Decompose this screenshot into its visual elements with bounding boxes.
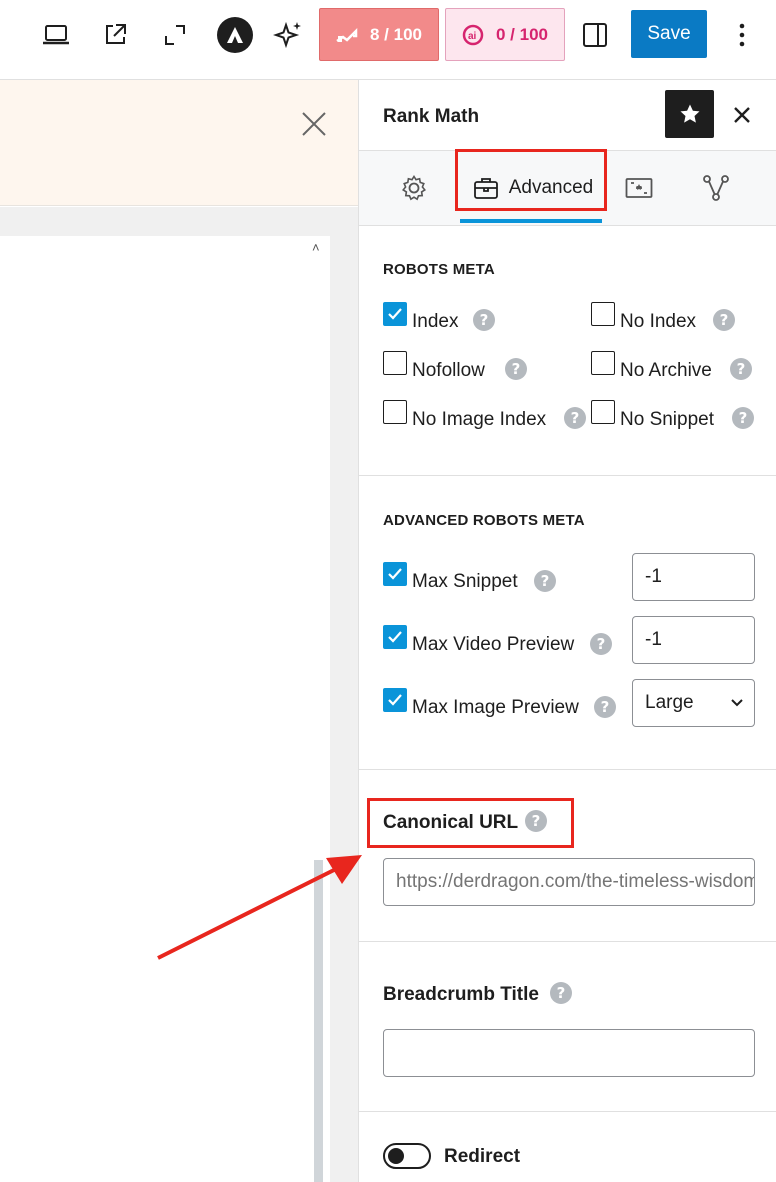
fullscreen-icon[interactable]: [155, 15, 195, 55]
annotation-box-canonical-url: [367, 798, 574, 848]
checkbox-max-video-preview[interactable]: Max Video Preview: [383, 625, 574, 656]
star-icon[interactable]: [665, 90, 714, 138]
tab-social[interactable]: [686, 151, 746, 225]
sidebar-toggle-icon[interactable]: [575, 15, 615, 55]
help-icon[interactable]: ?: [550, 982, 572, 1004]
checkbox-noimageindex[interactable]: No Image Index: [383, 400, 546, 431]
redirect-toggle[interactable]: [383, 1143, 431, 1169]
share-nodes-icon: [703, 175, 729, 201]
astra-logo-icon[interactable]: [217, 17, 253, 53]
checkbox-noarchive-box[interactable]: [591, 351, 615, 375]
checkbox-noindex-label: No Index: [620, 311, 697, 332]
schema-card-icon: [625, 178, 653, 198]
tab-schema[interactable]: [609, 151, 669, 225]
robots-meta-title: ROBOTS META: [383, 261, 495, 278]
annotation-box-advanced-tab: [455, 149, 607, 211]
help-icon[interactable]: ?: [564, 407, 586, 429]
top-toolbar: 8 / 100 ai 0 / 100 Save: [0, 0, 776, 80]
checkbox-index[interactable]: Index: [383, 302, 458, 333]
check-icon: [388, 568, 402, 580]
checkbox-max-video-preview-box[interactable]: [383, 625, 407, 649]
help-icon[interactable]: ?: [732, 407, 754, 429]
advanced-robots-meta-section: ADVANCED ROBOTS META Max Snippet ? -1 Ma…: [359, 476, 776, 770]
redirect-label: Redirect: [444, 1146, 521, 1167]
content-ai-icon: ai: [462, 24, 484, 45]
external-link-icon[interactable]: [95, 15, 135, 55]
close-sidebar-icon[interactable]: [729, 102, 755, 128]
help-icon[interactable]: ?: [713, 309, 735, 331]
tab-general[interactable]: [379, 151, 449, 225]
help-icon[interactable]: ?: [473, 309, 495, 331]
gear-icon: [402, 174, 426, 201]
scrollbar-thumb[interactable]: [314, 860, 323, 1182]
checkbox-index-label: Index: [412, 311, 459, 332]
breadcrumb-title-input[interactable]: [383, 1029, 755, 1077]
check-icon: [388, 308, 402, 320]
laptop-icon[interactable]: [36, 15, 76, 55]
checkbox-max-image-preview[interactable]: Max Image Preview: [383, 688, 579, 719]
checkbox-nosnippet-box[interactable]: [591, 400, 615, 424]
checkbox-nosnippet[interactable]: No Snippet: [591, 400, 714, 431]
content-ai-score-button[interactable]: ai 0 / 100: [445, 8, 565, 61]
breadcrumb-title-label: Breadcrumb Title: [383, 984, 539, 1005]
checkbox-nofollow[interactable]: Nofollow: [383, 351, 485, 382]
checkbox-max-snippet-box[interactable]: [383, 562, 407, 586]
editor-canvas[interactable]: [0, 236, 330, 1182]
help-icon[interactable]: ?: [590, 633, 612, 655]
scroll-up-icon[interactable]: ˄: [312, 240, 326, 255]
checkbox-max-video-preview-label: Max Video Preview: [412, 634, 575, 655]
seo-score-button[interactable]: 8 / 100: [319, 8, 439, 61]
checkbox-noimageindex-label: No Image Index: [412, 409, 547, 430]
canonical-url-input[interactable]: [383, 858, 755, 906]
rank-math-sidebar: Rank Math Advanced ROBOTS META Index ? N…: [358, 80, 776, 1182]
checkbox-nosnippet-label: No Snippet: [620, 409, 715, 430]
max-image-preview-select[interactable]: Large: [632, 679, 755, 727]
checkbox-noindex[interactable]: No Index: [591, 302, 696, 333]
chevron-down-icon: [731, 699, 743, 707]
checkbox-max-snippet[interactable]: Max Snippet: [383, 562, 518, 593]
checkbox-max-image-preview-box[interactable]: [383, 688, 407, 712]
advanced-robots-meta-title: ADVANCED ROBOTS META: [383, 512, 585, 529]
more-vertical-icon[interactable]: [722, 15, 762, 55]
checkbox-max-image-preview-label: Max Image Preview: [412, 697, 579, 718]
checkbox-noindex-box[interactable]: [591, 302, 615, 326]
close-icon[interactable]: [298, 108, 330, 140]
content-ai-score-value: 0 / 100: [496, 24, 548, 44]
checkbox-noimageindex-box[interactable]: [383, 400, 407, 424]
sidebar-title: Rank Math: [383, 106, 480, 127]
save-button[interactable]: Save: [631, 10, 707, 58]
toggle-knob: [388, 1148, 404, 1164]
editor-notice-banner: [0, 80, 358, 206]
ai-sparkle-icon[interactable]: [269, 15, 309, 55]
check-icon: [388, 631, 402, 643]
checkbox-noarchive[interactable]: No Archive: [591, 351, 712, 382]
max-snippet-input[interactable]: -1: [632, 553, 755, 601]
seo-score-value: 8 / 100: [370, 24, 422, 44]
checkbox-max-snippet-label: Max Snippet: [412, 571, 518, 592]
svg-text:ai: ai: [468, 31, 477, 42]
help-icon[interactable]: ?: [730, 358, 752, 380]
check-icon: [388, 694, 402, 706]
help-icon[interactable]: ?: [505, 358, 527, 380]
active-tab-indicator: [460, 219, 602, 223]
checkbox-nofollow-box[interactable]: [383, 351, 407, 375]
help-icon[interactable]: ?: [534, 570, 556, 592]
checkbox-noarchive-label: No Archive: [620, 360, 712, 381]
breadcrumb-title-section: Breadcrumb Title ?: [359, 942, 776, 1112]
help-icon[interactable]: ?: [594, 696, 616, 718]
max-image-preview-value: Large: [645, 692, 694, 713]
canonical-url-section: Canonical URL ?: [359, 770, 776, 942]
max-video-preview-input[interactable]: -1: [632, 616, 755, 664]
rank-math-icon: [336, 27, 358, 42]
checkbox-index-box[interactable]: [383, 302, 407, 326]
robots-meta-section: ROBOTS META Index ? No Index ? Nofollow …: [359, 226, 776, 476]
checkbox-nofollow-label: Nofollow: [412, 360, 485, 381]
